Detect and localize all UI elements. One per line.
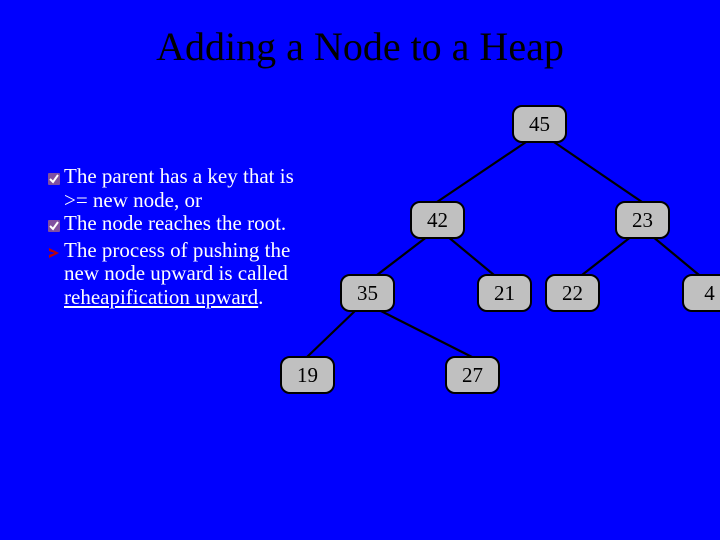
bullet-3: The process of pushing the new node upwa… [47, 239, 317, 310]
arrow-icon [47, 242, 61, 266]
tree-edges [280, 95, 720, 415]
tree-node: 27 [445, 356, 500, 394]
tree-node: 23 [615, 201, 670, 239]
bullet-3-text-a: The process of pushing the new node upwa… [64, 238, 290, 286]
tree-node: 21 [477, 274, 532, 312]
body-text: The parent has a key that is >= new node… [47, 165, 317, 309]
bullet-3-text-b: . [258, 285, 263, 309]
bullet-1: The parent has a key that is >= new node… [47, 165, 317, 212]
check-icon [47, 215, 61, 239]
reheapification-term: reheapification upward [64, 285, 258, 309]
tree-node: 4 [682, 274, 720, 312]
heap-tree: 45 42 23 35 21 22 4 19 27 [280, 95, 720, 415]
tree-node: 22 [545, 274, 600, 312]
tree-node: 42 [410, 201, 465, 239]
slide-title: Adding a Node to a Heap [0, 23, 720, 70]
slide: Adding a Node to a Heap The parent has a… [0, 0, 720, 540]
check-icon [47, 168, 61, 192]
tree-node: 35 [340, 274, 395, 312]
tree-node: 45 [512, 105, 567, 143]
bullet-2: The node reaches the root. [47, 212, 317, 239]
tree-node: 19 [280, 356, 335, 394]
